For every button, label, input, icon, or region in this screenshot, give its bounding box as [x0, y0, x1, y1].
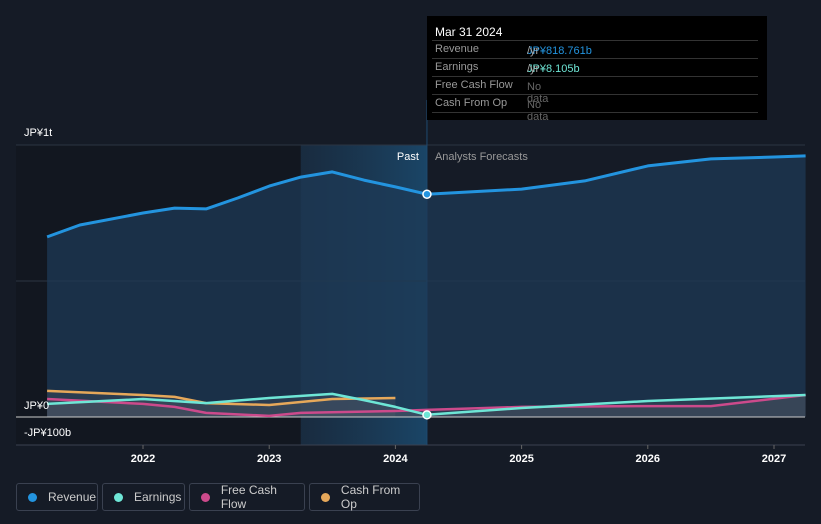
legend-label: Free Cash Flow [220, 483, 277, 511]
legend-dot-icon [28, 492, 37, 502]
tooltip: Mar 31 2024 Revenue JP¥818.761b /yr Earnin… [427, 16, 767, 123]
tooltip-row-revenue: Revenue JP¥818.761b /yr [432, 40, 758, 58]
tooltip-date: Mar 31 2024 [435, 25, 503, 39]
legend-item-free-cash-flow[interactable]: Free Cash Flow [189, 483, 305, 511]
x-tick-label-2022: 2022 [131, 453, 155, 465]
legend-dot-icon [321, 492, 330, 502]
tooltip-row-cash-from-op: Cash From Op No data [432, 94, 758, 123]
tooltip-divider [432, 112, 758, 130]
tooltip-label: Cash From Op [435, 97, 508, 109]
tooltip-row-free-cash-flow: Free Cash Flow No data [432, 76, 758, 105]
legend-dot-icon [114, 492, 123, 502]
forecast-label: Analysts Forecasts [435, 151, 528, 163]
y-label-top: JP¥1t [24, 127, 52, 139]
y-label-zero: JP¥0 [24, 400, 49, 412]
tooltip-row-earnings: Earnings JP¥8.105b /yr [432, 58, 758, 76]
legend-label: Revenue [48, 490, 97, 504]
revenue-marker [422, 189, 432, 199]
tooltip-label: Revenue [435, 43, 480, 55]
past-label: Past [397, 151, 419, 163]
earnings-marker [422, 410, 432, 420]
x-tick-label-2024: 2024 [383, 453, 408, 465]
x-tick-label-2026: 2026 [636, 453, 660, 465]
legend-item-revenue[interactable]: Revenue [16, 483, 98, 511]
tooltip-label: Earnings [435, 61, 479, 73]
tooltip-label: Free Cash Flow [435, 79, 513, 91]
x-tick-label-2027: 2027 [762, 453, 786, 465]
legend-item-earnings[interactable]: Earnings [102, 483, 185, 511]
legend-label: Earnings [134, 490, 182, 504]
y-label-negative: -JP¥100b [24, 427, 71, 439]
legend-dot-icon [201, 492, 210, 502]
x-tick-label-2023: 2023 [257, 453, 281, 465]
legend-item-cash-from-op[interactable]: Cash From Op [309, 483, 420, 511]
legend-label: Cash From Op [340, 483, 401, 511]
x-tick-label-2025: 2025 [509, 453, 533, 465]
